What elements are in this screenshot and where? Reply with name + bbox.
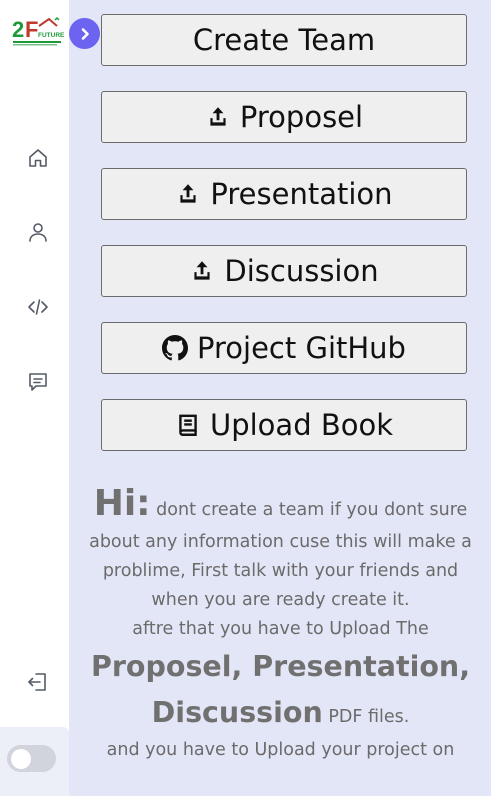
svg-text:F: F bbox=[25, 17, 38, 42]
svg-text:2: 2 bbox=[12, 17, 24, 42]
upload-icon bbox=[205, 104, 231, 130]
message-icon[interactable] bbox=[24, 368, 52, 396]
upload-book-button[interactable]: Upload Book bbox=[101, 399, 467, 451]
book-icon bbox=[175, 412, 201, 438]
user-icon[interactable] bbox=[24, 218, 52, 246]
upload-icon bbox=[175, 181, 201, 207]
proposel-label: Proposel bbox=[239, 100, 364, 134]
toggle-knob bbox=[11, 748, 31, 769]
upload-book-label: Upload Book bbox=[209, 408, 393, 442]
note-emphasis-2: Discussion bbox=[151, 696, 323, 729]
note-line-2: aftre that you have to Upload The bbox=[132, 619, 429, 639]
home-icon[interactable] bbox=[24, 144, 52, 172]
presentation-upload-button[interactable]: Presentation bbox=[101, 168, 467, 220]
code-icon[interactable] bbox=[24, 293, 52, 321]
main-content: Create Team Proposel Presentation Discus… bbox=[69, 0, 491, 796]
note-greeting: Hi: bbox=[93, 483, 151, 524]
instructions-note: Hi: dont create a team if you dont sure … bbox=[83, 480, 478, 765]
svg-text:FUTURE: FUTURE bbox=[38, 32, 65, 39]
github-icon bbox=[162, 335, 189, 361]
presentation-label: Presentation bbox=[210, 177, 393, 211]
sidebar: 2 F FUTURE bbox=[0, 0, 69, 796]
create-team-label: Create Team bbox=[192, 23, 376, 57]
logout-icon[interactable] bbox=[24, 668, 52, 696]
create-team-button[interactable]: Create Team bbox=[101, 14, 467, 66]
upload-icon bbox=[189, 258, 215, 284]
theme-toggle-panel bbox=[0, 727, 69, 796]
note-files: PDF files. bbox=[328, 707, 410, 727]
app-logo[interactable]: 2 F FUTURE bbox=[11, 16, 65, 50]
project-github-button[interactable]: Project GitHub bbox=[101, 322, 467, 374]
note-line-3: and you have to Upload your project on bbox=[106, 740, 455, 760]
discussion-upload-button[interactable]: Discussion bbox=[101, 245, 467, 297]
discussion-label: Discussion bbox=[224, 254, 379, 288]
project-github-label: Project GitHub bbox=[197, 331, 406, 365]
proposel-upload-button[interactable]: Proposel bbox=[101, 91, 467, 143]
note-emphasis-1: Proposel, Presentation, bbox=[90, 650, 471, 683]
theme-toggle[interactable] bbox=[7, 745, 56, 772]
